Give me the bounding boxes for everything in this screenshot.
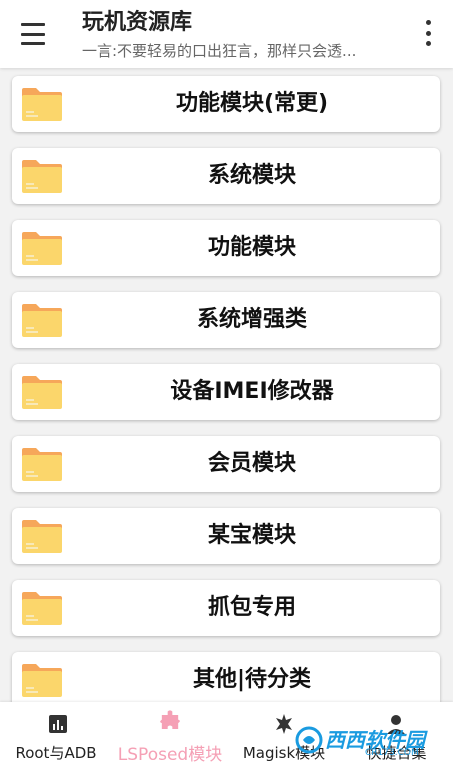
category-card[interactable]: 抓包专用: [12, 580, 440, 636]
nav-item-lsposed[interactable]: LSPosed模块: [112, 702, 228, 772]
folder-icon: [22, 664, 62, 697]
dot: [425, 20, 431, 25]
category-label: 系统增强类: [196, 307, 307, 332]
folder-icon: [22, 88, 62, 121]
folder-icon: [22, 592, 62, 625]
watermark-url: CR173.COM: [365, 748, 419, 758]
hamburger-menu-icon[interactable]: [18, 21, 48, 47]
app-bar: 玩机资源库 一言:不要轻易的口出狂言，那样只会透...: [0, 0, 453, 68]
folder-icon: [22, 160, 62, 193]
menu-line: [21, 32, 45, 36]
category-card[interactable]: 某宝模块: [12, 508, 440, 564]
folder-icon: [22, 520, 62, 553]
folder-icon: [22, 376, 62, 409]
magisk-icon: [276, 714, 292, 734]
category-label: 其他|待分类: [192, 667, 312, 692]
category-label: 某宝模块: [207, 523, 296, 548]
puzzle-icon: [160, 710, 180, 729]
dot: [425, 30, 431, 36]
dot: [425, 41, 431, 46]
category-list: 功能模块(常更) 系统模块 功能模块 系统增强类 设备IMEI修改器 会员模块 …: [0, 68, 453, 702]
menu-line: [21, 42, 45, 45]
category-card[interactable]: 系统模块: [12, 148, 440, 204]
nav-label: LSPosed模块: [117, 745, 223, 765]
category-label: 功能模块: [207, 235, 296, 260]
watermark-logo: 西西软件园 CR173.COM: [295, 722, 445, 762]
category-card[interactable]: 功能模块: [12, 220, 440, 276]
page-subtitle: 一言:不要轻易的口出狂言，那样只会透...: [82, 42, 357, 60]
bar-chart-icon: [49, 715, 67, 733]
watermark-icon: [295, 726, 323, 754]
category-label: 抓包专用: [207, 595, 296, 620]
folder-icon: [22, 232, 62, 265]
category-card[interactable]: 系统增强类: [12, 292, 440, 348]
menu-line: [21, 23, 45, 26]
category-card[interactable]: 设备IMEI修改器: [12, 364, 440, 420]
category-card[interactable]: 会员模块: [12, 436, 440, 492]
nav-label: Root与ADB: [15, 744, 97, 762]
category-label: 系统模块: [207, 163, 296, 188]
category-card[interactable]: 其他|待分类: [12, 652, 440, 702]
category-card[interactable]: 功能模块(常更): [12, 76, 440, 132]
page-title: 玩机资源库: [82, 10, 193, 35]
more-vertical-icon[interactable]: [422, 20, 434, 46]
category-label: 功能模块(常更): [175, 91, 329, 116]
category-label: 设备IMEI修改器: [170, 379, 334, 404]
folder-icon: [22, 304, 62, 337]
folder-icon: [22, 448, 62, 481]
category-label: 会员模块: [207, 451, 296, 476]
nav-item-root-adb[interactable]: Root与ADB: [0, 702, 112, 772]
